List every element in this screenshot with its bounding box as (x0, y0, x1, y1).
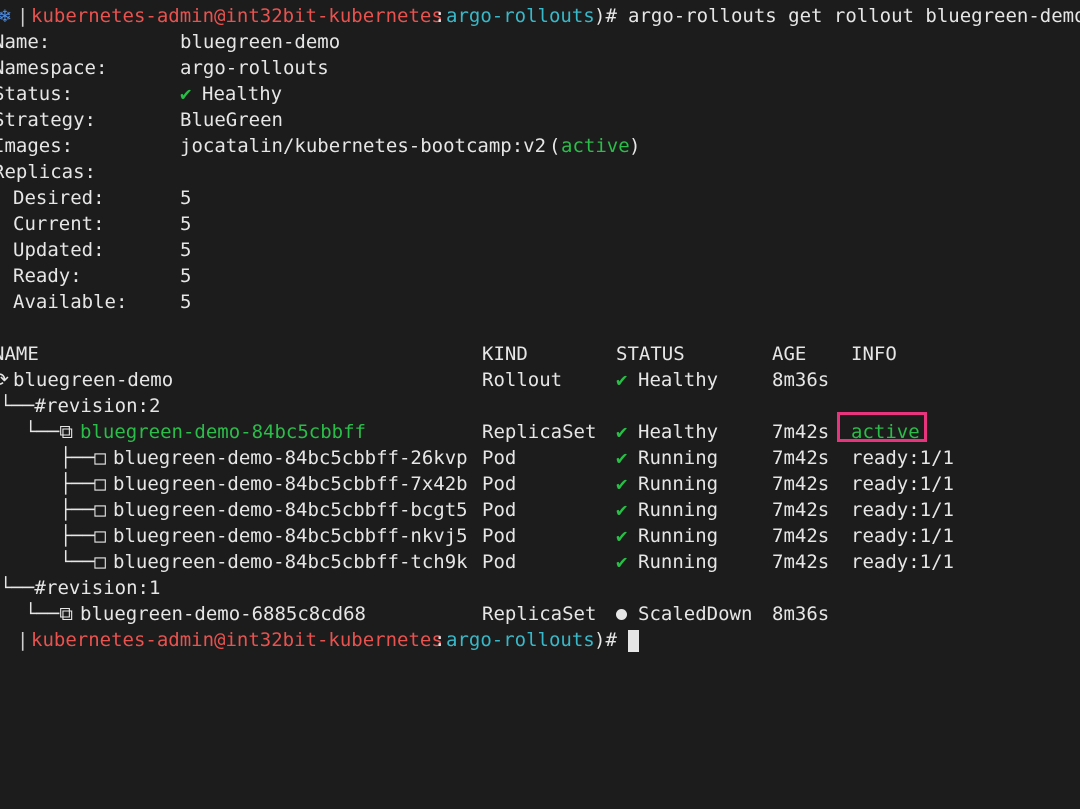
table-row: ├──□ bluegreen-demo-84bc5cbbff-7x42b Pod… (60, 473, 954, 495)
pod-icon: ├──□ (60, 499, 118, 521)
check-icon: ✔ (616, 499, 628, 521)
check-icon: ✔ (616, 369, 628, 391)
check-icon: ✔ (616, 421, 628, 443)
prompt-line: | kubernetes-admin@int32bit-kubernetes: ar… (0, 627, 1080, 653)
summary-status: Status: ✔ Healthy (0, 83, 283, 105)
table-row: ├──□ bluegreen-demo-84bc5cbbff-26kvp Pod… (60, 447, 954, 469)
replica-row: Desired: 5 (13, 187, 192, 209)
summary-name: Name: bluegreen-demo (0, 31, 341, 53)
table-header: NAME KIND STATUS AGE INFO (0, 343, 897, 365)
pod-icon: ├──□ (60, 447, 118, 469)
pod-icon: ├──□ (60, 525, 118, 547)
replica-row: Current: 5 (13, 213, 192, 235)
table-row: ⟳ bluegreen-demo Rollout ✔ Healthy 8m36s (0, 367, 1080, 393)
image-tag: active (561, 135, 630, 157)
replicaset-icon: └──⧉ (25, 421, 85, 443)
prompt-close: )# (594, 5, 629, 27)
summary-images: Images: jocatalin/kubernetes-bootcamp:v2… (0, 135, 641, 157)
terminal-output: ❄ | kubernetes-admin@int32bit-kubernetes: a… (0, 3, 1080, 653)
prompt-user: kubernetes-admin@int32bit-kubernetes (31, 5, 443, 27)
check-icon: ✔ (616, 473, 628, 495)
rollout-icon: ⟳ (0, 369, 9, 391)
check-icon: ✔ (180, 83, 192, 105)
prompt-namespace: argo-rollouts (446, 629, 595, 651)
check-icon: ✔ (616, 447, 628, 469)
summary-namespace: Namespace: argo-rollouts (0, 57, 329, 79)
replica-row: Available: 5 (13, 291, 192, 313)
kubernetes-icon: ❄ (0, 5, 11, 27)
check-icon: ✔ (616, 551, 628, 573)
pod-icon: ├──□ (60, 473, 118, 495)
table-row: └──□ bluegreen-demo-84bc5cbbff-tch9k Pod… (60, 551, 954, 573)
table-row: └──# revision:1 (0, 577, 161, 599)
summary-strategy: Strategy: BlueGreen (0, 109, 283, 131)
check-icon: ✔ (616, 525, 628, 547)
summary-replicas: Replicas: (0, 161, 96, 183)
replicaset-icon: └──⧉ (25, 603, 85, 625)
replica-row: Updated: 5 (13, 239, 192, 261)
pod-icon: └──□ (60, 551, 118, 573)
replica-row: Ready: 5 (13, 265, 192, 287)
terminal-cursor[interactable] (628, 627, 639, 653)
prompt-user: kubernetes-admin@int32bit-kubernetes (31, 629, 443, 651)
table-row: ├──□ bluegreen-demo-84bc5cbbff-nkvj5 Pod… (60, 525, 954, 547)
scaled-down-dot-icon (616, 601, 629, 627)
command-text: argo-rollouts get rollout bluegreen-demo (628, 5, 1080, 27)
highlight-box (837, 412, 927, 442)
prompt-line: ❄ | kubernetes-admin@int32bit-kubernetes: a… (0, 3, 1080, 29)
prompt-sep: : (434, 5, 446, 27)
table-row: └──⧉ bluegreen-demo-6885c8cd68 ReplicaSe… (25, 601, 830, 627)
prompt-namespace: argo-rollouts (446, 5, 595, 27)
table-row: ├──□ bluegreen-demo-84bc5cbbff-bcgt5 Pod… (60, 499, 954, 521)
